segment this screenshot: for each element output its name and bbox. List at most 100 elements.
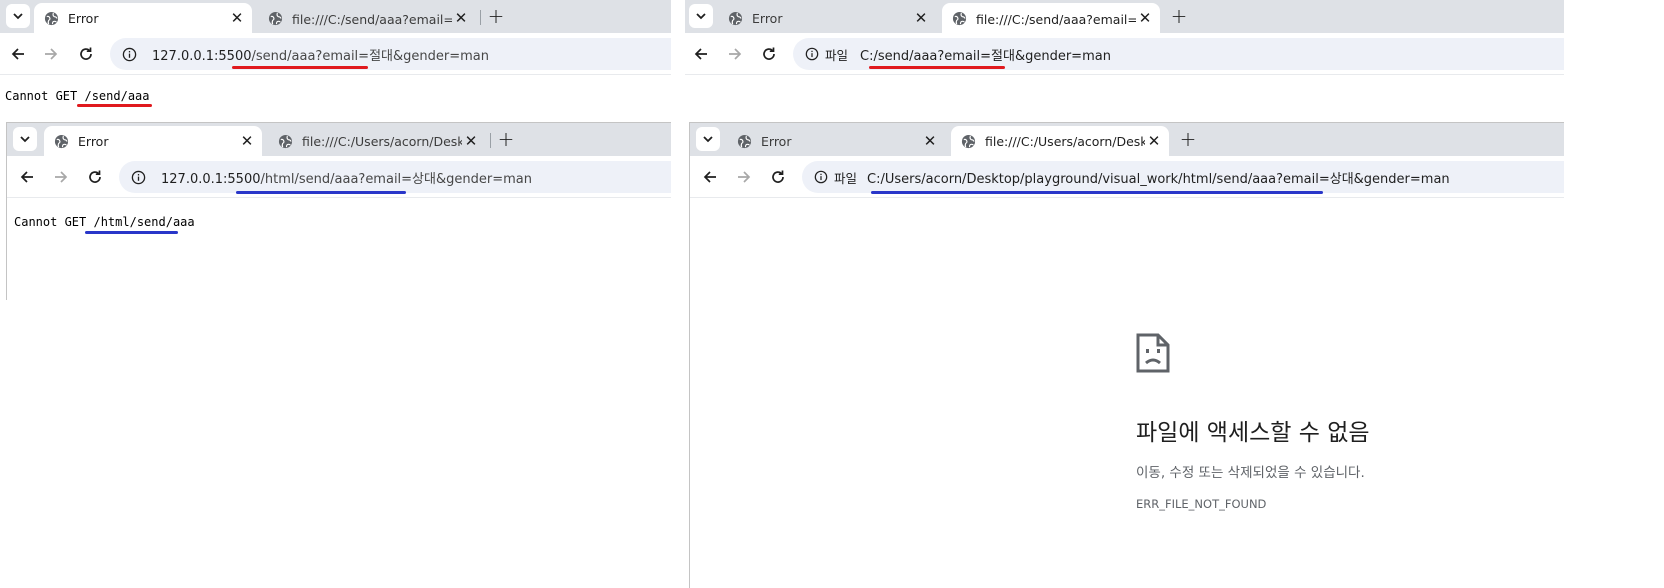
tab-search-button[interactable] [689,4,713,28]
error-message: Cannot GET /html/send/aaa [14,215,195,229]
browser-window-top-right: Error ✕ file:///C:/send/aaa?email=절대 ✕ +… [685,0,1564,120]
close-icon[interactable]: ✕ [1136,9,1154,27]
info-icon [812,168,830,186]
globe-icon [951,10,967,26]
tab-search-button[interactable] [6,4,30,28]
globe-icon [53,133,69,149]
tab-file[interactable]: file:///C:/Users/acorn/Desktop/ ✕ [951,126,1169,156]
close-icon[interactable]: ✕ [921,132,939,150]
tab-error[interactable]: Error ✕ [34,3,252,33]
address-bar[interactable]: 파일 C:/Users/acorn/Desktop/playground/vis… [802,161,1564,193]
red-underline [232,66,368,69]
sad-file-icon [1136,333,1170,377]
error-message: Cannot GET /send/aaa [5,89,150,103]
reload-icon[interactable] [85,167,105,187]
tab-file[interactable]: file:///C:/send/aaa?email=절대 ✕ [258,3,476,33]
tab-title: file:///C:/send/aaa?email=절대 [292,11,452,27]
arrow-right-icon[interactable] [41,44,61,64]
address-bar[interactable]: 127.0.0.1:5500/send/aaa?email=절대&gender=… [110,38,671,70]
info-icon [803,45,821,63]
reload-icon[interactable] [768,167,788,187]
error-path: /send/aaa [84,89,150,103]
address-bar[interactable]: 127.0.0.1:5500/html/send/aaa?email=상대&ge… [119,161,671,193]
error-heading: 파일에 액세스할 수 없음 [1136,420,1370,446]
arrow-left-icon[interactable] [691,44,711,64]
arrow-right-icon[interactable] [725,44,745,64]
tab-title: file:///C:/Users/acorn/Desktop/ [985,133,1145,149]
arrow-left-icon[interactable] [700,167,720,187]
tab-strip: Error ✕ file:///C:/send/aaa?email=절대 ✕ + [0,0,671,33]
plus-icon[interactable]: + [1167,4,1191,28]
tab-strip: Error ✕ file:///C:/Users/acorn/Desktop/ … [690,123,1564,156]
url-host: 127.0.0.1:5500 [152,48,252,64]
url-path: /send/aaa?email=절대&gender=man [251,48,489,64]
error-prefix: Cannot GET [5,89,85,103]
url-text: 127.0.0.1:5500/html/send/aaa?email=상대&ge… [161,168,532,187]
tab-title: Error [78,133,109,149]
site-info-chip[interactable]: 파일 [808,166,865,188]
chevron-down-icon [12,7,24,26]
globe-icon [736,133,752,149]
error-description: 이동, 수정 또는 삭제되었을 수 있습니다. [1136,465,1365,481]
arrow-right-icon[interactable] [51,167,71,187]
tab-search-button[interactable] [13,127,37,151]
arrow-left-icon[interactable] [17,167,37,187]
tab-title: Error [752,10,783,26]
close-icon[interactable]: ✕ [912,9,930,27]
error-prefix: Cannot GET [14,215,94,229]
blue-underline [236,191,406,194]
plus-icon[interactable]: + [494,127,518,151]
tab-separator [490,133,491,148]
chip-label: 파일 [834,170,858,186]
tab-title: file:///C:/Users/acorn/Desktop/ [302,133,462,149]
close-icon[interactable]: ✕ [228,9,246,27]
tab-error[interactable]: Error ✕ [727,126,945,156]
browser-window-top-left: Error ✕ file:///C:/send/aaa?email=절대 ✕ +… [0,0,671,120]
browser-window-bottom-left: Error ✕ file:///C:/Users/acorn/Desktop/ … [6,122,671,300]
toolbar: 파일 C:/send/aaa?email=절대&gender=man [685,33,1564,75]
tab-strip: Error ✕ file:///C:/Users/acorn/Desktop/ … [7,123,671,156]
error-code: ERR_FILE_NOT_FOUND [1136,497,1267,511]
tab-strip: Error ✕ file:///C:/send/aaa?email=절대 ✕ + [685,0,1564,33]
plus-icon[interactable]: + [484,4,508,28]
plus-icon[interactable]: + [1176,127,1200,151]
tab-title: Error [68,10,99,26]
close-icon[interactable]: ✕ [452,9,470,27]
info-icon[interactable] [120,45,138,63]
tab-search-button[interactable] [696,127,720,151]
tab-title: file:///C:/send/aaa?email=절대 [976,11,1136,27]
error-path: /html/send/aaa [93,215,195,229]
tab-separator [480,10,481,25]
url-text: C:/send/aaa?email=절대&gender=man [860,48,1111,64]
tab-title: Error [761,133,792,149]
chip-label: 파일 [825,47,849,63]
red-underline [869,66,1005,69]
globe-icon [267,10,283,26]
globe-icon [277,133,293,149]
globe-icon [960,133,976,149]
url-path: /html/send/aaa?email=상대&gender=man [260,171,532,187]
reload-icon[interactable] [759,44,779,64]
red-underline [77,104,152,107]
arrow-left-icon[interactable] [8,44,28,64]
site-info-chip[interactable]: 파일 [799,43,856,65]
blue-underline [871,191,1323,194]
url-text: 127.0.0.1:5500/send/aaa?email=절대&gender=… [152,45,489,64]
close-icon[interactable]: ✕ [238,132,256,150]
tab-file[interactable]: file:///C:/Users/acorn/Desktop/ ✕ [268,126,486,156]
arrow-right-icon[interactable] [734,167,754,187]
url-host: 127.0.0.1:5500 [161,171,261,187]
reload-icon[interactable] [76,44,96,64]
tab-error[interactable]: Error ✕ [718,3,936,33]
blue-underline [85,231,178,234]
tab-file[interactable]: file:///C:/send/aaa?email=절대 ✕ [942,3,1160,33]
globe-icon [43,10,59,26]
info-icon[interactable] [129,168,147,186]
globe-icon [727,10,743,26]
url-text: C:/Users/acorn/Desktop/playground/visual… [867,171,1450,187]
tab-error[interactable]: Error ✕ [44,126,262,156]
chevron-down-icon [702,130,714,149]
close-icon[interactable]: ✕ [1145,132,1163,150]
chevron-down-icon [695,7,707,26]
close-icon[interactable]: ✕ [462,132,480,150]
